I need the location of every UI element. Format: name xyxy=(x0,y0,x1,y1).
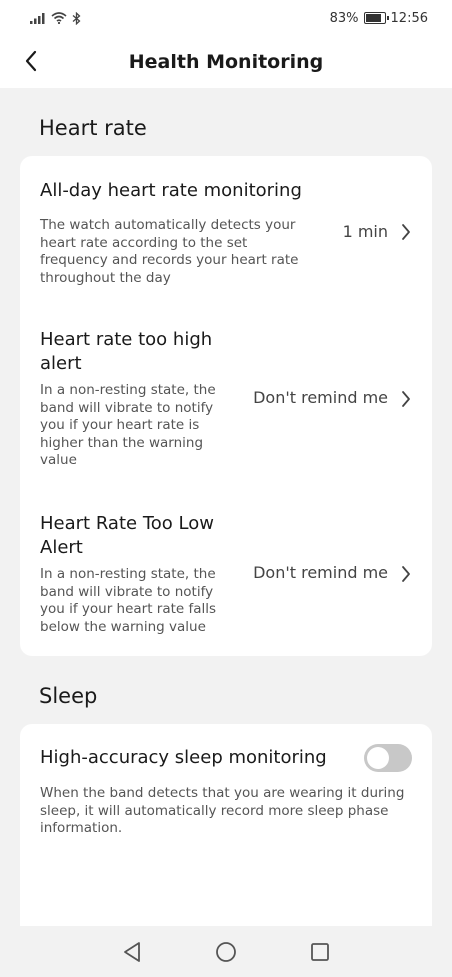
item-description: The watch automatically detects your hea… xyxy=(40,217,299,286)
item-title: Heart rate too high alert xyxy=(40,329,213,374)
high-heart-rate-alert-item[interactable]: Heart rate too high alert In a non-resti… xyxy=(20,306,432,484)
item-description: In a non-resting state, the band will vi… xyxy=(40,382,216,468)
nav-recents-button[interactable] xyxy=(308,940,332,964)
chevron-left-icon xyxy=(25,50,37,72)
sleep-monitoring-toggle[interactable] xyxy=(364,744,412,772)
item-value: Don't remind me xyxy=(253,388,388,407)
square-recents-icon xyxy=(311,942,329,961)
nav-back-button[interactable] xyxy=(120,940,144,964)
signal-icon xyxy=(30,13,45,24)
item-value: 1 min xyxy=(342,222,388,241)
status-icons-left xyxy=(30,11,81,25)
sleep-card: High-accuracy sleep monitoring When the … xyxy=(20,724,432,926)
section-title-heart-rate: Heart rate xyxy=(39,116,147,140)
item-title: All-day heart rate monitoring xyxy=(40,180,302,201)
chevron-right-icon xyxy=(402,391,410,407)
system-nav-bar xyxy=(0,926,452,977)
item-description: When the band detects that you are weari… xyxy=(40,785,405,836)
back-button[interactable] xyxy=(16,46,46,76)
bluetooth-icon xyxy=(72,11,81,25)
chevron-right-icon xyxy=(402,224,410,240)
circle-home-icon xyxy=(216,941,236,962)
item-title: High-accuracy sleep monitoring xyxy=(40,747,327,768)
heart-rate-card: All-day heart rate monitoring The watch … xyxy=(20,156,432,656)
all-day-heart-rate-item[interactable]: All-day heart rate monitoring The watch … xyxy=(20,156,432,306)
status-icons-right: 83% 12:56 xyxy=(330,11,428,26)
battery-percent: 83% xyxy=(329,10,359,26)
toggle-knob xyxy=(367,747,389,769)
item-value: Don't remind me xyxy=(253,563,388,582)
chevron-right-icon xyxy=(402,566,410,582)
low-heart-rate-alert-item[interactable]: Heart Rate Too Low Alert In a non-restin… xyxy=(20,484,432,656)
wifi-icon xyxy=(51,12,67,24)
item-description: In a non-resting state, the band will vi… xyxy=(40,566,217,635)
battery-icon xyxy=(363,12,389,24)
nav-home-button[interactable] xyxy=(214,940,238,964)
section-title-sleep: Sleep xyxy=(39,684,98,708)
triangle-back-icon xyxy=(124,941,140,962)
sleep-monitoring-item: High-accuracy sleep monitoring When the … xyxy=(20,724,432,854)
item-title: Heart Rate Too Low Alert xyxy=(40,513,214,558)
status-time: 12:56 xyxy=(390,10,428,26)
page-title: Health Monitoring xyxy=(128,51,324,73)
status-bar: 83% 12:56 xyxy=(0,0,452,36)
app-header: Health Monitoring xyxy=(0,36,452,88)
